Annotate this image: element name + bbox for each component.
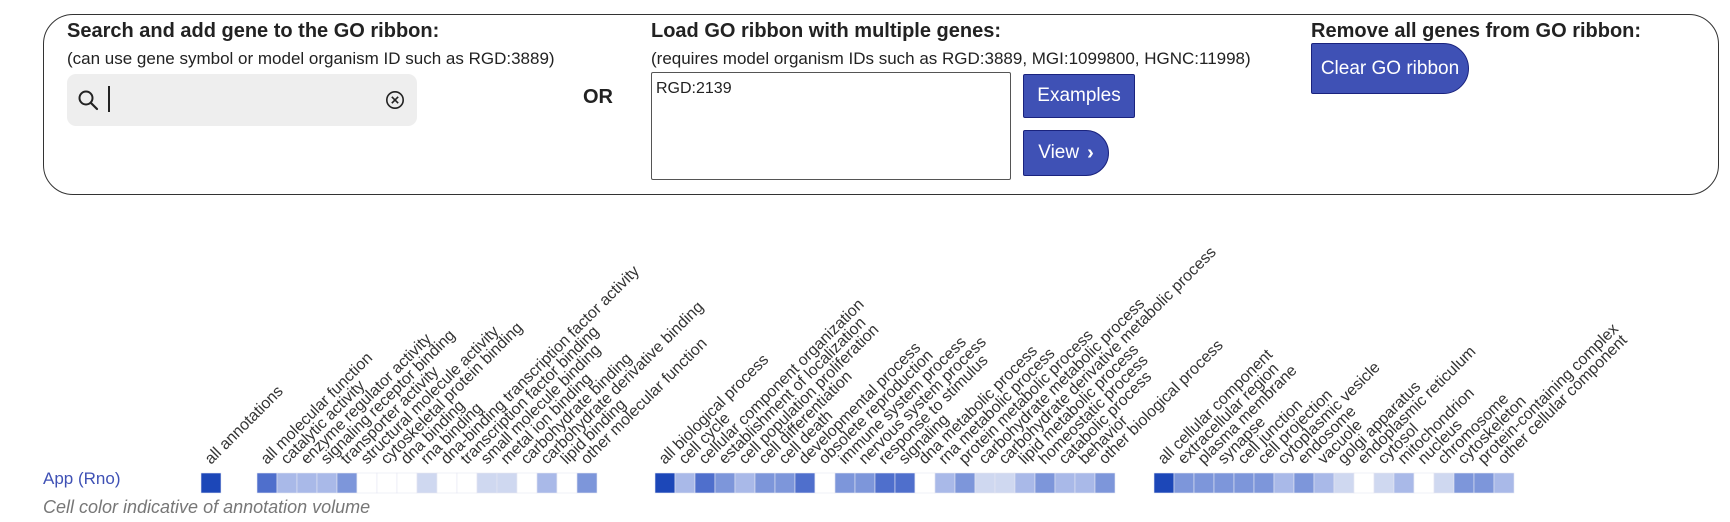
ribbon-cell-all-molecular-function[interactable] xyxy=(256,472,278,494)
ribbon-cell-extracellular-region[interactable] xyxy=(1173,472,1195,494)
ribbon-cell-golgi-apparatus[interactable] xyxy=(1333,472,1355,494)
ribbon-cell-immune-system-process[interactable] xyxy=(834,472,856,494)
ribbon-cell-dna-metabolic-process[interactable] xyxy=(914,472,936,494)
ribbon-cell-catabolic-process[interactable] xyxy=(1054,472,1076,494)
ribbon-cell-lipid-metabolic-process[interactable] xyxy=(1014,472,1036,494)
ribbon-cell-rna-metabolic-process[interactable] xyxy=(934,472,956,494)
ribbon-cell-cell-projection[interactable] xyxy=(1253,472,1275,494)
ribbon-cell-cytoplasmic-vesicle[interactable] xyxy=(1273,472,1295,494)
ribbon-cell-developmental-process[interactable] xyxy=(794,472,816,494)
ribbon-cell-endosome[interactable] xyxy=(1293,472,1315,494)
go-ribbon: all annotationsall molecular functioncat… xyxy=(200,244,1631,494)
ribbon-cell-cytoskeletal-protein-binding[interactable] xyxy=(376,472,398,494)
ribbon-cell-other-molecular-function[interactable] xyxy=(576,472,598,494)
ribbon-cell-cell-differentiation[interactable] xyxy=(754,472,776,494)
ribbon-cell-carbohydrate-derivative-metabolic-process[interactable] xyxy=(994,472,1016,494)
ribbon-cell-nucleus[interactable] xyxy=(1413,472,1435,494)
ribbon-cell-other-cellular-component[interactable] xyxy=(1493,472,1515,494)
ribbon-cell-enzyme-regulator-activity[interactable] xyxy=(296,472,318,494)
ribbon-cell-signaling-receptor-binding[interactable] xyxy=(316,472,338,494)
ribbon-cell-structural-molecule-activity[interactable] xyxy=(356,472,378,494)
ribbon-cell-cellular-component-organization[interactable] xyxy=(694,472,716,494)
ribbon-cell-small-molecule-binding[interactable] xyxy=(476,472,498,494)
ribbon-cell-rna-binding[interactable] xyxy=(416,472,438,494)
legend-note: Cell color indicative of annotation volu… xyxy=(43,497,371,517)
ribbon-cell-homeostatic-process[interactable] xyxy=(1034,472,1056,494)
ribbon-cell-obsolete-reproduction[interactable] xyxy=(814,472,836,494)
ribbon-cell-signaling[interactable] xyxy=(894,472,916,494)
ribbon-cell-all-cellular-component[interactable] xyxy=(1153,472,1175,494)
ribbon-cell-catalytic-activity[interactable] xyxy=(276,472,298,494)
subject-gene-link[interactable]: App (Rno) xyxy=(43,469,120,489)
ribbon-cell-other-biological-process[interactable] xyxy=(1094,472,1116,494)
ribbon-cell-carbohydrate-derivative-binding[interactable] xyxy=(536,472,558,494)
ribbon-cell-transcription-factor-binding[interactable] xyxy=(456,472,478,494)
ribbon-cell-endoplasmic-reticulum[interactable] xyxy=(1353,472,1375,494)
ribbon-cell-nervous-system-process[interactable] xyxy=(854,472,876,494)
ribbon-cell-all-annotations[interactable] xyxy=(200,472,222,494)
ribbon-cell-carbohydrate-metabolic-process[interactable] xyxy=(974,472,996,494)
ribbon-cell-dna-binding-transcription-factor-activity[interactable] xyxy=(436,472,458,494)
ribbon-cell-response-to-stimulus[interactable] xyxy=(874,472,896,494)
ribbon-cell-cytosol[interactable] xyxy=(1373,472,1395,494)
ribbon-cell-behavior[interactable] xyxy=(1074,472,1096,494)
ribbon-cell-synapse[interactable] xyxy=(1213,472,1235,494)
ribbon-cell-cell-cycle[interactable] xyxy=(674,472,696,494)
ribbon-cell-cytoskeleton[interactable] xyxy=(1453,472,1475,494)
ribbon-cell-vacuole[interactable] xyxy=(1313,472,1335,494)
ribbon-cell-mitochondrion[interactable] xyxy=(1393,472,1415,494)
ribbon-cell-plasma-membrane[interactable] xyxy=(1193,472,1215,494)
ribbon-cell-protein-containing-complex[interactable] xyxy=(1473,472,1495,494)
ribbon-cell-chromosome[interactable] xyxy=(1433,472,1455,494)
ribbon-cell-dna-binding[interactable] xyxy=(396,472,418,494)
ribbon-cell-carbohydrate-binding[interactable] xyxy=(516,472,538,494)
ribbon-cell-lipid-binding[interactable] xyxy=(556,472,578,494)
ribbon-cell-cell-population-proliferation[interactable] xyxy=(734,472,756,494)
ribbon-cell-establishment-of-localization[interactable] xyxy=(714,472,736,494)
ribbon-cell-protein-metabolic-process[interactable] xyxy=(954,472,976,494)
ribbon-cell-metal-ion-binding[interactable] xyxy=(496,472,518,494)
ribbon-cell-cell-junction[interactable] xyxy=(1233,472,1255,494)
ribbon-cell-all-biological-process[interactable] xyxy=(654,472,676,494)
ribbon-cell-transporter-activity[interactable] xyxy=(336,472,358,494)
ribbon-cell-cell-death[interactable] xyxy=(774,472,796,494)
